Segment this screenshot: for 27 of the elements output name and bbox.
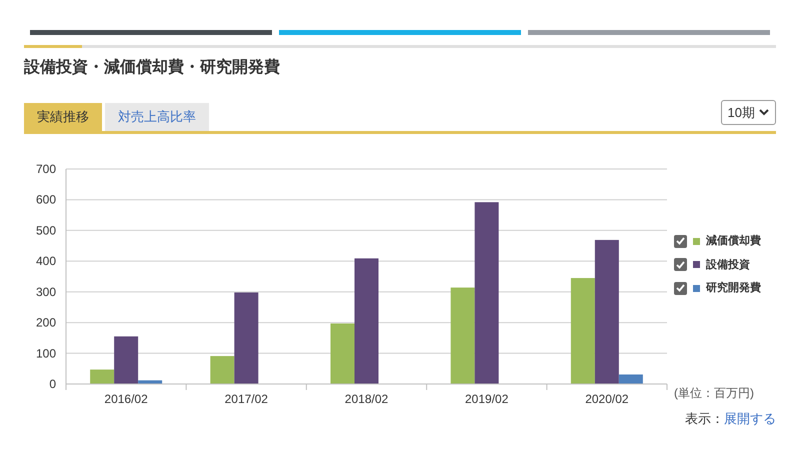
- y-tick-label: 200: [36, 316, 56, 330]
- x-tick-label: 2020/02: [585, 392, 629, 406]
- x-tick-label: 2019/02: [465, 392, 508, 406]
- section-title: 設備投資・減価償却費・研究開発費: [24, 57, 281, 78]
- y-tick-label: 500: [36, 223, 56, 238]
- x-tick-label: 2016/02: [104, 392, 148, 406]
- chevron-down-icon: [759, 109, 769, 116]
- y-tick-label: 400: [36, 254, 56, 268]
- y-tick-label: 300: [36, 284, 56, 299]
- legend-checkbox[interactable]: [674, 234, 687, 248]
- legend-label: 研究開発費: [706, 280, 761, 296]
- period-select[interactable]: 10期: [720, 100, 776, 125]
- unit-label: (単位：百万円): [674, 385, 755, 402]
- tab[interactable]: 対売上高比率: [105, 103, 209, 131]
- y-tick-label: 600: [36, 192, 56, 207]
- legend-checkbox[interactable]: [674, 258, 687, 272]
- y-tick-label: 100: [36, 346, 56, 360]
- legend-label: 設備投資: [706, 258, 750, 272]
- legend-checkbox[interactable]: [674, 282, 687, 295]
- legend-label: 減価償却費: [706, 234, 761, 249]
- y-tick-label: 0: [49, 377, 56, 391]
- expand-link[interactable]: 展開する: [724, 409, 776, 428]
- x-tick-label: 2017/02: [224, 392, 268, 406]
- y-tick-label: 700: [36, 162, 56, 176]
- tab[interactable]: 実績推移: [24, 103, 102, 131]
- display-label: 表示：: [685, 410, 724, 428]
- x-tick-label: 2018/02: [344, 392, 388, 406]
